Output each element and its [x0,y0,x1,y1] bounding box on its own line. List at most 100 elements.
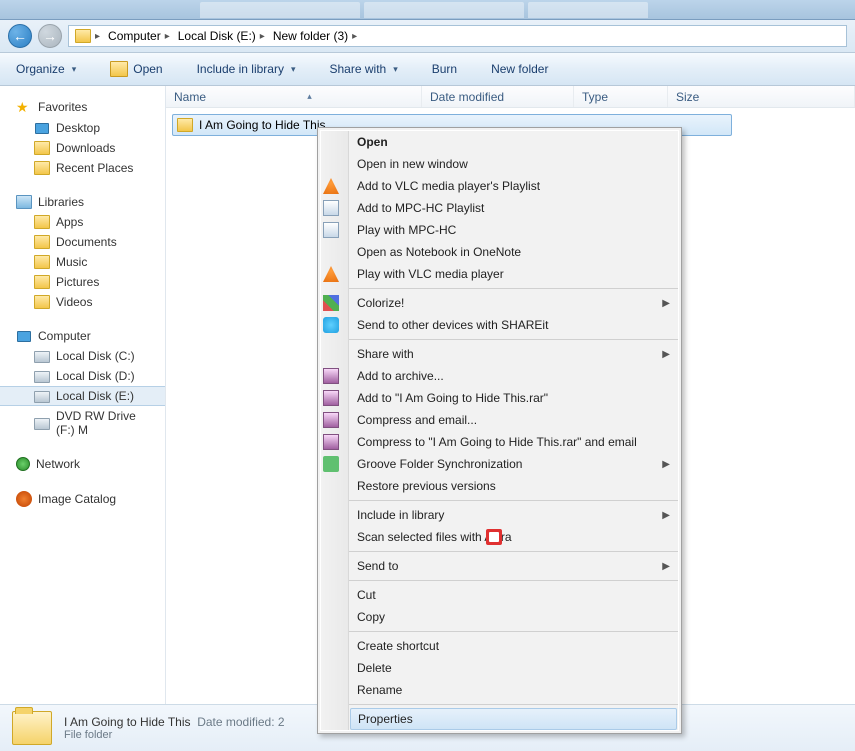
folder-open-icon [110,61,128,77]
include-library-button[interactable]: Include in library [191,58,302,80]
menu-item[interactable]: Compress to "I Am Going to Hide This.rar… [349,431,678,453]
rar-icon [323,390,339,406]
tab[interactable] [200,2,360,18]
image-catalog-header[interactable]: Image Catalog [0,488,165,510]
menu-separator [349,551,678,552]
menu-item-label: Add to MPC-HC Playlist [357,201,484,215]
details-title: I Am Going to Hide This [64,715,191,729]
avira-icon [486,529,502,545]
file-name: I Am Going to Hide This [199,118,326,132]
menu-item-label: Share with [357,347,414,361]
window-titlebar [0,0,855,20]
color-sq-icon [323,295,339,311]
menu-item-label: Delete [357,661,392,675]
submenu-arrow-icon: ▶ [662,561,670,572]
open-button[interactable]: Open [104,57,168,81]
menu-item[interactable]: Scan selected files with Avira [349,526,678,548]
column-size[interactable]: Size [668,86,855,107]
submenu-arrow-icon: ▶ [662,510,670,521]
menu-item[interactable]: Restore previous versions [349,475,678,497]
menu-item-label: Rename [357,683,402,697]
sidebar-item-apps[interactable]: Apps [0,212,165,232]
crumb[interactable]: Computer [108,29,161,43]
rar-icon [323,434,339,450]
burn-button[interactable]: Burn [426,58,463,80]
menu-item[interactable]: Colorize!▶ [349,292,678,314]
menu-item[interactable]: Share with ▶ [349,343,678,365]
desktop-icon [35,123,49,134]
menu-item[interactable]: Compress and email... [349,409,678,431]
share-with-button[interactable]: Share with [324,58,404,80]
sidebar-item-recent[interactable]: Recent Places [0,158,165,178]
menu-item[interactable]: Play with VLC media player [349,263,678,285]
network-header[interactable]: Network [0,454,165,474]
menu-separator [349,288,678,289]
menu-item[interactable]: Open as Notebook in OneNote [349,241,678,263]
groove-icon [323,456,339,472]
crumb[interactable]: New folder (3) [273,29,348,43]
tab[interactable] [528,2,648,18]
sidebar-item-desktop[interactable]: Desktop [0,118,165,138]
menu-item[interactable]: Add to VLC media player's Playlist [349,175,678,197]
menu-item[interactable]: Add to MPC-HC Playlist [349,197,678,219]
column-type[interactable]: Type [574,86,668,107]
rar-icon [323,412,339,428]
arrow-right-icon: → [43,28,57,44]
menu-item-label: Copy [357,610,385,624]
sidebar-item-drive-c[interactable]: Local Disk (C:) [0,346,165,366]
sort-asc-icon: ▴ [307,91,312,102]
menu-item[interactable]: Groove Folder Synchronization▶ [349,453,678,475]
folder-icon [12,711,52,745]
favorites-header[interactable]: ★Favorites [0,96,165,118]
drive-icon [34,371,50,383]
menu-item-label: Send to [357,559,398,573]
context-menu: OpenOpen in new windowAdd to VLC media p… [317,127,682,734]
folder-icon [34,215,50,229]
menu-item[interactable]: Send to ▶ [349,555,678,577]
menu-item[interactable]: Play with MPC-HC [349,219,678,241]
sidebar-item-documents[interactable]: Documents [0,232,165,252]
computer-header[interactable]: Computer [0,326,165,346]
menu-item[interactable]: Rename [349,679,678,701]
menu-item[interactable]: Open in new window [349,153,678,175]
menu-separator [349,500,678,501]
new-folder-button[interactable]: New folder [485,58,554,80]
drive-icon [34,351,50,363]
column-name[interactable]: Name▴ [166,86,422,107]
sidebar-item-videos[interactable]: Videos [0,292,165,312]
share-icon [323,317,339,333]
tab[interactable] [364,2,524,18]
menu-item[interactable]: Open [349,131,678,153]
menu-item[interactable]: Copy [349,606,678,628]
sidebar-item-drive-e[interactable]: Local Disk (E:) [0,386,165,406]
menu-item[interactable]: Properties [350,708,677,730]
menu-item[interactable]: Include in library▶ [349,504,678,526]
menu-item-label: Restore previous versions [357,479,496,493]
sidebar-item-downloads[interactable]: Downloads [0,138,165,158]
column-date[interactable]: Date modified [422,86,574,107]
column-headers: Name▴ Date modified Type Size [166,86,855,108]
sidebar-item-dvd[interactable]: DVD RW Drive (F:) M [0,406,165,440]
sidebar-item-music[interactable]: Music [0,252,165,272]
menu-item[interactable]: Add to archive... [349,365,678,387]
menu-item-label: Compress to "I Am Going to Hide This.rar… [357,435,637,449]
menu-item-label: Properties [358,712,413,726]
menu-item[interactable]: Add to "I Am Going to Hide This.rar" [349,387,678,409]
menu-item[interactable]: Send to other devices with SHAREit [349,314,678,336]
navigation-pane: ★Favorites Desktop Downloads Recent Plac… [0,86,166,704]
videos-icon [34,295,50,309]
sidebar-item-pictures[interactable]: Pictures [0,272,165,292]
submenu-arrow-icon: ▶ [662,349,670,360]
menu-item[interactable]: Delete [349,657,678,679]
menu-item[interactable]: Create shortcut [349,635,678,657]
breadcrumb[interactable]: ▸ Computer▸ Local Disk (E:)▸ New folder … [68,25,847,47]
computer-icon [17,331,31,342]
forward-button[interactable]: → [38,24,62,48]
back-button[interactable]: ← [8,24,32,48]
rar-icon [323,368,339,384]
menu-item[interactable]: Cut [349,584,678,606]
crumb[interactable]: Local Disk (E:) [178,29,256,43]
libraries-header[interactable]: Libraries [0,192,165,212]
organize-button[interactable]: Organize [10,58,82,80]
sidebar-item-drive-d[interactable]: Local Disk (D:) [0,366,165,386]
